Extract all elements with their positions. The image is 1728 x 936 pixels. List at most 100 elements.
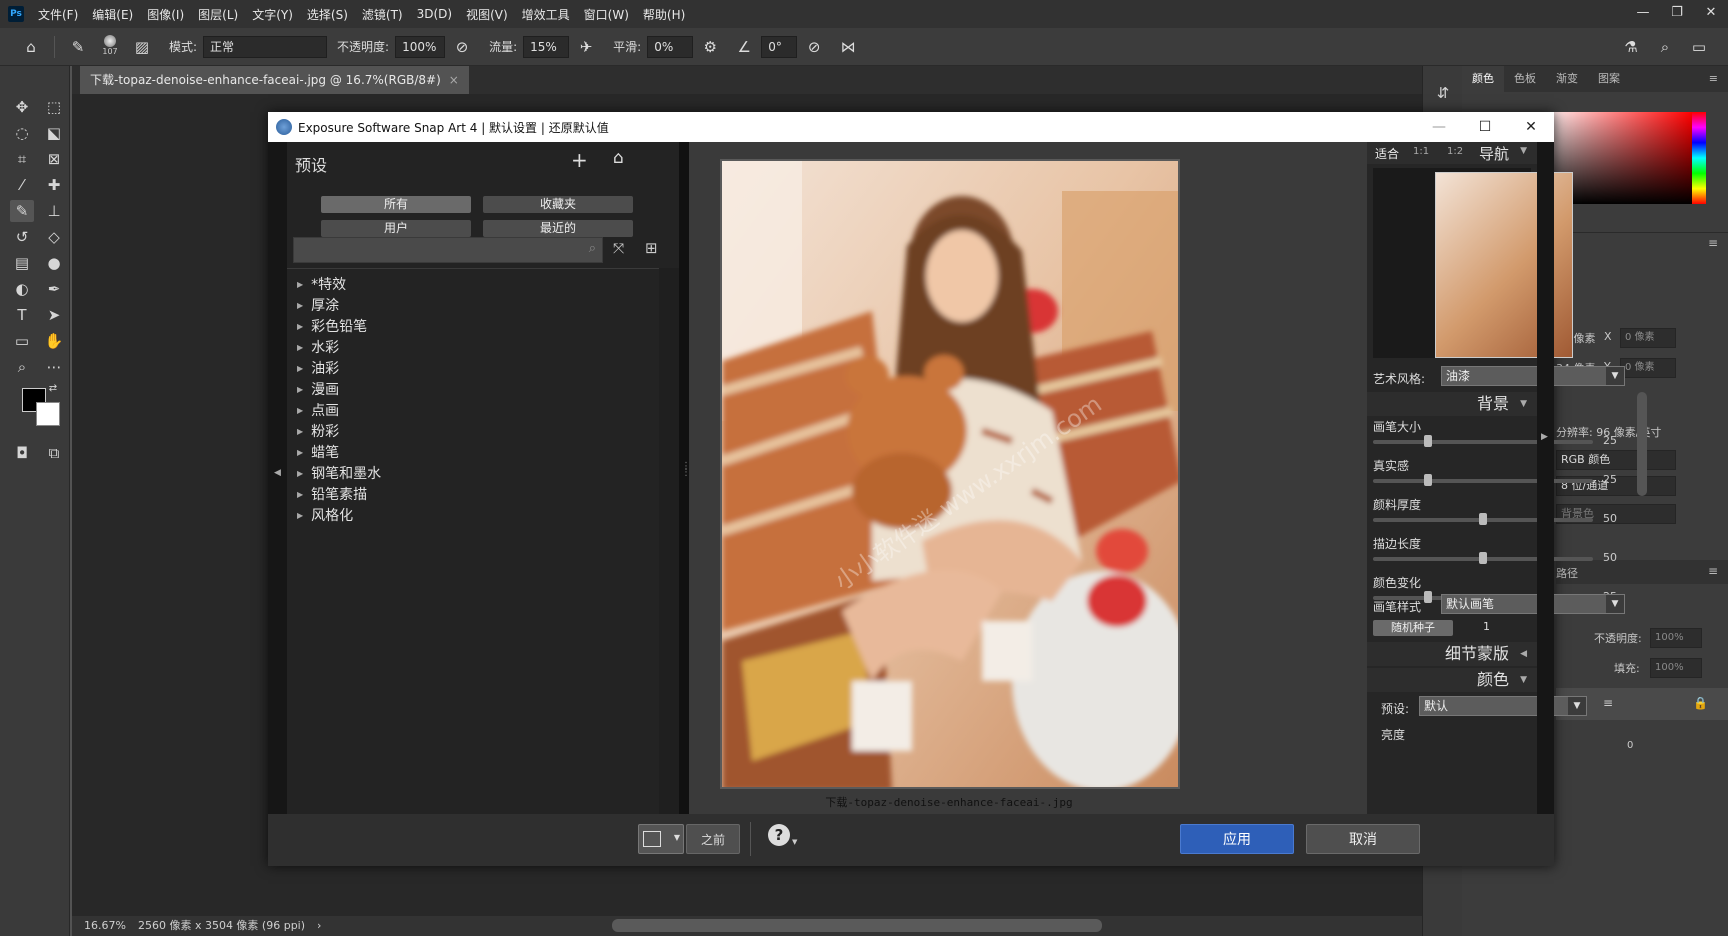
brush-settings-icon[interactable]: ▨ bbox=[131, 36, 153, 58]
preset-category[interactable]: ▶ 钢笔和墨水 bbox=[297, 463, 381, 483]
menu-image[interactable]: 图像(I) bbox=[147, 6, 184, 23]
slider-track[interactable] bbox=[1373, 435, 1593, 447]
swap-colors-icon[interactable]: ⇄ bbox=[46, 382, 60, 396]
preset-category[interactable]: ▶ 蜡笔 bbox=[297, 442, 339, 462]
slider-track[interactable] bbox=[1373, 552, 1593, 564]
close-button[interactable]: ✕ bbox=[1694, 0, 1728, 28]
slider-handle[interactable] bbox=[1479, 513, 1487, 525]
horizontal-scrollbar[interactable] bbox=[612, 919, 1102, 932]
left-panel-collapse[interactable]: ◀ bbox=[268, 142, 287, 814]
preset-category[interactable]: ▶ 铅笔素描 bbox=[297, 484, 367, 504]
right-panel-collapse[interactable]: ▶ bbox=[1537, 142, 1554, 814]
panel-menu-icon[interactable]: ≡ bbox=[1708, 564, 1718, 578]
dialog-maximize-button[interactable]: ☐ bbox=[1462, 112, 1508, 142]
pen-tool-icon[interactable]: ✒ bbox=[42, 278, 66, 300]
history-panel-icon[interactable]: ⇵ bbox=[1431, 82, 1455, 104]
layer-fill-input[interactable]: 100% bbox=[1650, 658, 1702, 678]
search-icon[interactable]: ⌕ bbox=[1654, 36, 1676, 58]
slider-handle[interactable] bbox=[1479, 552, 1487, 564]
dialog-close-button[interactable]: ✕ bbox=[1508, 112, 1554, 142]
dialog-minimize-button[interactable]: — bbox=[1416, 112, 1462, 142]
frame-tool-icon[interactable]: ⊠ bbox=[42, 148, 66, 170]
tab-swatches[interactable]: 色板 bbox=[1504, 66, 1546, 92]
panel-menu-icon[interactable]: ≡ bbox=[1699, 66, 1728, 92]
stamp-tool-icon[interactable]: ⊥ bbox=[42, 200, 66, 222]
filter-user-button[interactable]: 用户 bbox=[321, 220, 471, 237]
tab-color[interactable]: 颜色 bbox=[1462, 66, 1504, 92]
brush-tool-icon[interactable]: ✎ bbox=[10, 200, 34, 222]
preset-category[interactable]: ▶ 彩色铅笔 bbox=[297, 316, 367, 336]
color-preset-dropdown[interactable]: 默认 ▼ bbox=[1419, 696, 1587, 716]
preset-category[interactable]: ▶ 油彩 bbox=[297, 358, 339, 378]
airbrush-icon[interactable]: ✈ bbox=[575, 36, 597, 58]
hue-slider[interactable] bbox=[1692, 112, 1706, 204]
angle-input[interactable]: 0° bbox=[761, 35, 798, 58]
chevron-right-icon[interactable]: › bbox=[317, 916, 321, 936]
opacity-input[interactable]: 100% bbox=[395, 35, 446, 58]
background-color-swatch[interactable] bbox=[36, 402, 60, 426]
random-seed-button[interactable]: 随机种子 bbox=[1373, 620, 1453, 636]
menu-filter[interactable]: 滤镜(T) bbox=[362, 6, 403, 23]
pressure-size-icon[interactable]: ⊘ bbox=[803, 36, 825, 58]
preset-menu-icon[interactable]: ≡ bbox=[1603, 696, 1613, 710]
filter-recent-button[interactable]: 最近的 bbox=[483, 220, 633, 237]
preview-mode-button[interactable]: ▼ bbox=[638, 824, 684, 854]
zoom-level[interactable]: 16.67% bbox=[84, 916, 126, 936]
layer-opacity-input[interactable]: 100% bbox=[1650, 628, 1702, 648]
type-tool-icon[interactable]: T bbox=[10, 304, 34, 326]
preset-search-input[interactable]: ⌕ bbox=[293, 237, 603, 263]
before-button[interactable]: 之前 bbox=[686, 824, 740, 854]
gradient-tool-icon[interactable]: ▤ bbox=[10, 252, 34, 274]
chevron-down-icon[interactable]: ▼ bbox=[792, 838, 797, 846]
menu-plugins[interactable]: 增效工具 bbox=[522, 6, 570, 23]
help-icon[interactable]: ? bbox=[768, 824, 790, 846]
lasso-tool-icon[interactable]: ◌ bbox=[10, 122, 34, 144]
close-icon[interactable]: × bbox=[449, 66, 459, 94]
zoom-fit-button[interactable]: 适合 bbox=[1375, 145, 1399, 162]
slider-handle[interactable] bbox=[1424, 591, 1432, 603]
preset-category[interactable]: ▶ 厚涂 bbox=[297, 295, 339, 315]
tab-patterns[interactable]: 图案 bbox=[1588, 66, 1630, 92]
tab-gradients[interactable]: 渐变 bbox=[1546, 66, 1588, 92]
slider-handle[interactable] bbox=[1424, 435, 1432, 447]
zoom-1-2-button[interactable]: 1:2 bbox=[1447, 146, 1463, 157]
screen-mode-icon[interactable]: ⧉ bbox=[42, 442, 66, 464]
preset-category[interactable]: ▶ 漫画 bbox=[297, 379, 339, 399]
brush-style-dropdown[interactable]: 默认画笔 ▼ bbox=[1441, 594, 1625, 614]
symmetry-icon[interactable]: ⋈ bbox=[837, 36, 859, 58]
history-brush-icon[interactable]: ↺ bbox=[10, 226, 34, 248]
collapse-all-icon[interactable]: ⤧ bbox=[613, 241, 624, 257]
cancel-button[interactable]: 取消 bbox=[1306, 824, 1420, 854]
healing-tool-icon[interactable]: ✚ bbox=[42, 174, 66, 196]
slider-track[interactable] bbox=[1373, 474, 1593, 486]
pressure-opacity-icon[interactable]: ⊘ bbox=[451, 36, 473, 58]
move-tool-icon[interactable]: ✥ bbox=[10, 96, 34, 118]
flow-input[interactable]: 15% bbox=[523, 35, 570, 58]
rectangle-tool-icon[interactable]: ▭ bbox=[10, 330, 34, 352]
home-icon[interactable]: ⌂ bbox=[20, 36, 42, 58]
chevron-down-icon[interactable]: ▼ bbox=[1520, 146, 1527, 156]
apply-button[interactable]: 应用 bbox=[1180, 824, 1294, 854]
home-icon[interactable]: ⌂ bbox=[613, 148, 624, 168]
menu-view[interactable]: 视图(V) bbox=[466, 6, 508, 23]
document-tab[interactable]: 下载-topaz-denoise-enhance-faceai-.jpg @ 1… bbox=[80, 66, 469, 94]
object-select-tool-icon[interactable]: ⬕ bbox=[42, 122, 66, 144]
slider-handle[interactable] bbox=[1424, 474, 1432, 486]
hand-tool-icon[interactable]: ✋ bbox=[42, 330, 66, 352]
restore-button[interactable]: ❐ bbox=[1660, 0, 1694, 28]
zoom-1-1-button[interactable]: 1:1 bbox=[1413, 146, 1429, 157]
grid-view-icon[interactable]: ⊞ bbox=[645, 239, 658, 257]
marquee-tool-icon[interactable]: ⬚ bbox=[42, 96, 66, 118]
filter-favorites-button[interactable]: 收藏夹 bbox=[483, 196, 633, 213]
preset-category[interactable]: ▶ 风格化 bbox=[297, 505, 353, 525]
quick-mask-icon[interactable]: ◘ bbox=[10, 442, 34, 464]
eraser-tool-icon[interactable]: ◇ bbox=[42, 226, 66, 248]
more-tools-icon[interactable]: ⋯ bbox=[42, 356, 66, 378]
gear-icon[interactable]: ⚙ bbox=[699, 36, 721, 58]
minimize-button[interactable]: — bbox=[1626, 0, 1660, 28]
preview-area[interactable]: 小小软件迷 www.xxrjm.com 下载-topaz-denoise-enh… bbox=[689, 142, 1367, 814]
background-section-header[interactable]: 背景 ▼ bbox=[1367, 392, 1537, 416]
blur-tool-icon[interactable]: ● bbox=[42, 252, 66, 274]
y-input[interactable]: 0 像素 bbox=[1620, 358, 1676, 378]
brush-preset-picker[interactable]: 107 bbox=[95, 32, 125, 62]
